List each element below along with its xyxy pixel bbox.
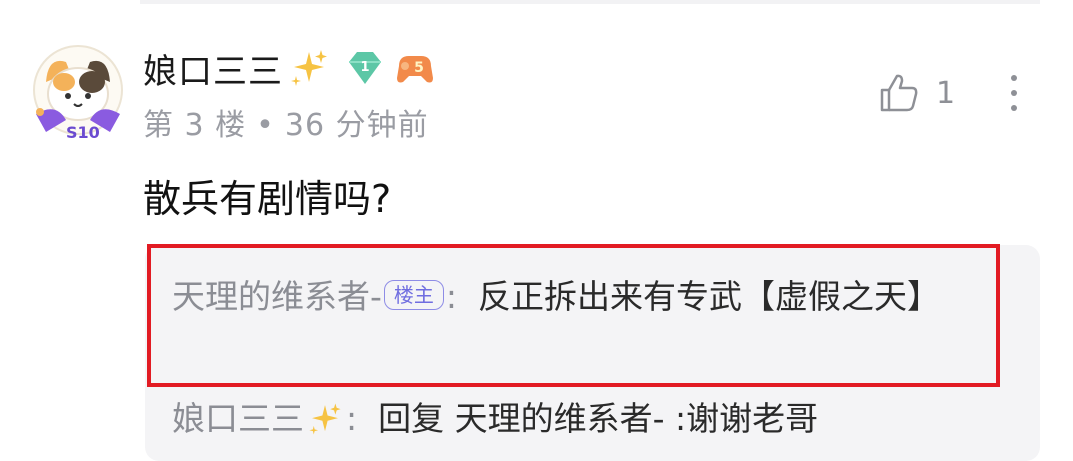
username[interactable]: 娘口三三 bbox=[143, 44, 283, 93]
gamepad-icon: 5 bbox=[397, 56, 433, 83]
level-number: 1 bbox=[360, 60, 369, 75]
comment-content: 散兵有剧情吗? bbox=[143, 177, 392, 221]
reply-colon: : bbox=[346, 399, 358, 438]
like-count: 1 bbox=[936, 75, 956, 111]
reply-author[interactable]: 娘口三三 bbox=[172, 394, 304, 444]
reply-item[interactable]: 娘口三三 : 回复 天理的维系者- :谢谢老哥 bbox=[172, 394, 818, 444]
diamond-level-icon: 1 bbox=[349, 52, 381, 84]
reply-text: 回复 天理的维系者- :谢谢老哥 bbox=[378, 399, 819, 438]
comment-header: 娘口三三 1 5 bbox=[143, 36, 437, 100]
sparkles-icon bbox=[309, 403, 341, 435]
meta-separator: • bbox=[256, 108, 275, 143]
highlight-box bbox=[147, 244, 1000, 387]
avatar[interactable]: S10 bbox=[26, 42, 130, 146]
post-time: 36 分钟前 bbox=[284, 108, 429, 143]
more-vertical-icon[interactable] bbox=[1003, 70, 1025, 116]
svg-text:S10: S10 bbox=[66, 123, 100, 142]
sparkles-icon bbox=[291, 50, 327, 86]
comment-meta: 第 3 楼 • 36 分钟前 bbox=[143, 100, 429, 144]
floor-number: 第 3 楼 bbox=[143, 108, 247, 143]
thumbs-up-icon bbox=[880, 74, 918, 112]
game-badge-number: 5 bbox=[414, 60, 424, 76]
like-button[interactable]: 1 bbox=[878, 72, 955, 114]
top-divider bbox=[140, 0, 1040, 4]
